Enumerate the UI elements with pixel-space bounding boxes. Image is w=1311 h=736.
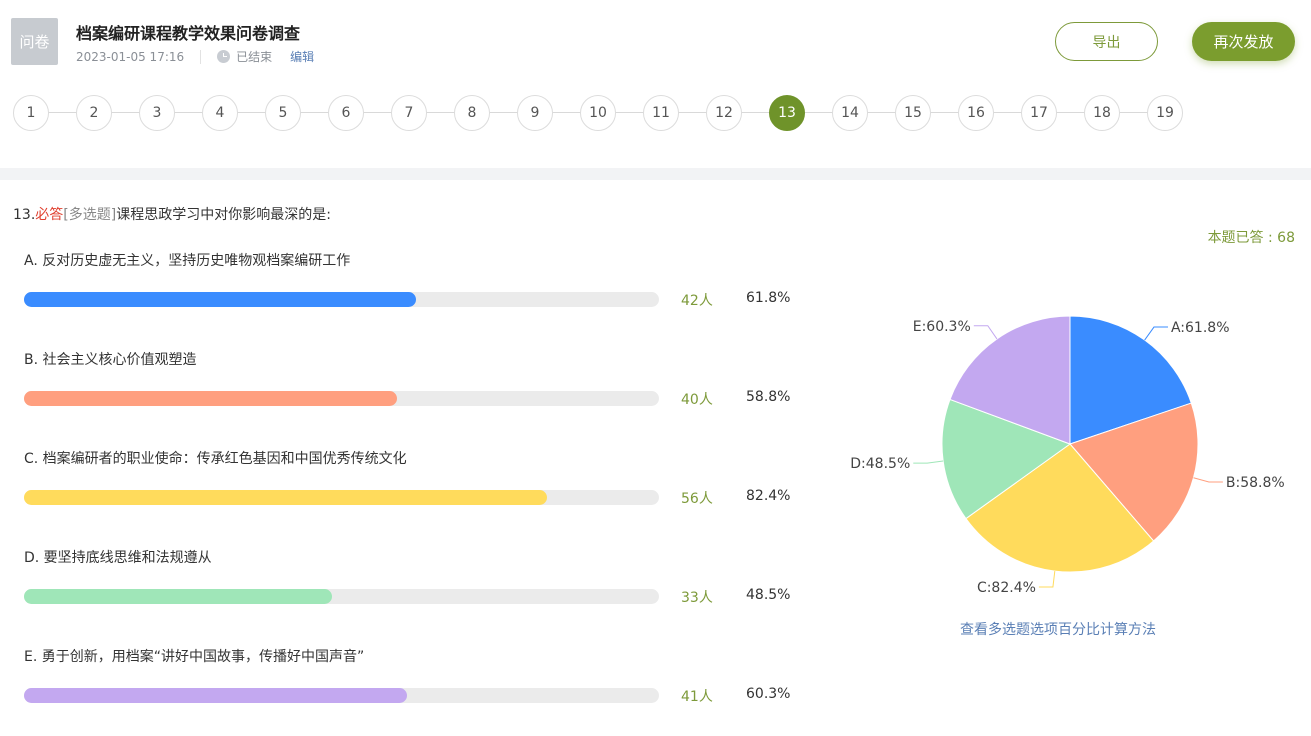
option-label: B. 社会主义核心价值观塑造 [24,352,197,368]
answered-count: 本题已答 : 68 [1207,230,1295,246]
question-nav-10[interactable]: 10 [580,95,616,131]
option-percent: 82.4% [746,488,791,504]
survey-title: 档案编研课程教学效果问卷调查 [76,24,301,43]
question-nav-16[interactable]: 16 [958,95,994,131]
question-nav-3[interactable]: 3 [139,95,175,131]
option-percent: 61.8% [746,290,791,306]
survey-header: 问卷 档案编研课程教学效果问卷调查 2023-01-05 17:16 已结束 编… [0,0,1311,168]
option-count: 41人 [681,689,713,705]
progress-track [24,391,659,406]
pie-chart-svg: A:61.8% B:58.8% C:82.4% D:48.5% E:60.3% [850,315,1285,596]
pie-label-e: E:60.3% [913,319,971,335]
question-nav-18[interactable]: 18 [1084,95,1120,131]
clock-icon [217,50,231,63]
resend-button[interactable]: 再次发放 [1192,22,1295,61]
progress-fill [24,688,407,703]
question-title: 13.必答[多选题]课程思政学习中对你影响最深的是: [13,204,331,224]
question-nav-2[interactable]: 2 [76,95,112,131]
option-count: 33人 [681,590,713,606]
question-nav-8[interactable]: 8 [454,95,490,131]
progress-fill [24,391,398,406]
pie-chart: A:61.8% B:58.8% C:82.4% D:48.5% E:60.3% [830,300,1300,600]
question-nav-6[interactable]: 6 [328,95,364,131]
progress-fill [24,292,417,307]
progress-fill [24,589,332,604]
survey-datetime: 2023-01-05 17:16 [76,49,185,64]
question-nav-17[interactable]: 17 [1021,95,1057,131]
option-percent: 58.8% [746,389,791,405]
survey-meta: 2023-01-05 17:16 已结束 编辑 [76,48,314,65]
question-nav-5[interactable]: 5 [265,95,301,131]
pie-leader-line [1144,326,1168,341]
pie-label-a: A:61.8% [1171,320,1230,336]
option-bar-row: 33人 48.5% [24,587,804,607]
question-text: 课程思政学习中对你影响最深的是: [116,207,331,223]
option-d: D. 要坚持底线思维和法规遵从 33人 48.5% [24,547,804,606]
option-count: 56人 [681,491,713,507]
pie-leader-line [1038,571,1056,588]
option-e: E. 勇于创新，用档案“讲好中国故事，传播好中国声音” 41人 60.3% [24,646,804,705]
option-count: 42人 [681,293,713,309]
option-label: C. 档案编研者的职业使命：传承红色基因和中国优秀传统文化 [24,451,407,467]
question-navigator: 1 2 3 4 5 6 7 8 9 10 11 12 13 14 15 16 17 18 19 [13,95,1193,131]
option-bar-row: 56人 82.4% [24,488,804,508]
question-nav-4[interactable]: 4 [202,95,238,131]
export-button[interactable]: 导出 [1055,22,1158,61]
option-label: D. 要坚持底线思维和法规遵从 [24,550,212,566]
option-percent: 48.5% [746,587,791,603]
option-percent: 60.3% [746,686,791,702]
question-nav-1[interactable]: 1 [13,95,49,131]
question-nav-11[interactable]: 11 [643,95,679,131]
option-count: 40人 [681,392,713,408]
survey-status: 已结束 [236,50,273,64]
question-nav-13[interactable]: 13 [769,95,805,131]
pie-label-c: C:82.4% [977,580,1036,596]
option-b: B. 社会主义核心价值观塑造 40人 58.8% [24,349,804,408]
progress-fill [24,490,548,505]
pie-leader-line [973,325,998,340]
edit-link[interactable]: 编辑 [290,48,314,65]
question-nav-15[interactable]: 15 [895,95,931,131]
required-tag: 必答 [35,207,64,223]
question-nav-14[interactable]: 14 [832,95,868,131]
survey-type-badge: 问卷 [11,18,58,65]
option-a: A. 反对历史虚无主义，坚持历史唯物观档案编研工作 42人 61.8% [24,250,804,309]
pie-leader-line [913,460,944,464]
progress-track [24,589,659,604]
option-bar-row: 42人 61.8% [24,290,804,310]
progress-track [24,688,659,703]
question-nav-9[interactable]: 9 [517,95,553,131]
meta-divider [200,49,202,64]
option-c: C. 档案编研者的职业使命：传承红色基因和中国优秀传统文化 56人 82.4% [24,448,804,507]
progress-track [24,292,659,307]
progress-track [24,490,659,505]
section-divider [0,168,1311,180]
pie-label-b: B:58.8% [1226,475,1285,491]
question-number: 13. [13,207,36,223]
question-nav-12[interactable]: 12 [706,95,742,131]
pie-label-d: D:48.5% [850,456,910,472]
question-nav-19[interactable]: 19 [1147,95,1183,131]
question-type-tag: [多选题] [63,207,117,223]
option-bar-row: 40人 58.8% [24,389,804,409]
option-bar-row: 41人 60.3% [24,686,804,706]
pie-leader-line [1193,477,1223,483]
option-label: A. 反对历史虚无主义，坚持历史唯物观档案编研工作 [24,253,351,269]
calc-method-link[interactable]: 查看多选题选项百分比计算方法 [960,619,1156,639]
question-nav-7[interactable]: 7 [391,95,427,131]
option-label: E. 勇于创新，用档案“讲好中国故事，传播好中国声音” [24,649,365,665]
